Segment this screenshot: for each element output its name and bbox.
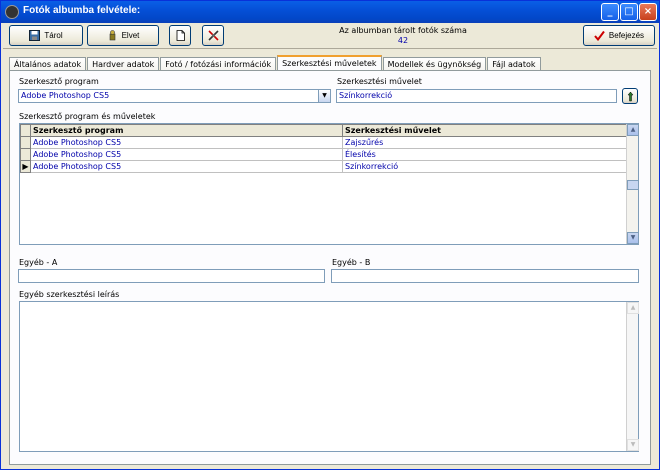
scroll-down-icon[interactable]: ▼ (627, 439, 639, 451)
main-window: Fotók albumba felvétele: _ □ × Tárol Elv… (0, 0, 660, 470)
app-icon (5, 5, 19, 19)
save-icon (29, 30, 41, 41)
operation-label: Szerkesztési művelet (337, 77, 422, 86)
save-label: Tárol (44, 31, 63, 40)
grid-cell-program[interactable]: Adobe Photoshop CS5 (30, 136, 343, 149)
tools-icon (207, 30, 219, 41)
grid-cell-operation[interactable]: Zajszűrés (342, 136, 627, 149)
current-row-arrow-icon[interactable]: ▶ (20, 160, 31, 173)
tab-photo-info[interactable]: Fotó / fotózási információk (160, 57, 277, 71)
window-title: Fotók albumba felvétele: (23, 5, 141, 16)
tab-file-data[interactable]: Fájl adatok (487, 57, 541, 71)
program-value: Adobe Photoshop CS5 (21, 91, 110, 100)
title-bar[interactable]: Fotók albumba felvétele: _ □ × (1, 1, 659, 23)
program-label: Szerkesztő program (19, 77, 99, 86)
row-indicator[interactable] (20, 148, 31, 161)
table-row[interactable]: Adobe Photoshop CS5 Élesítés (20, 148, 627, 161)
grid-cell-program[interactable]: Adobe Photoshop CS5 (30, 148, 343, 161)
scroll-up-icon[interactable]: ▲ (627, 124, 639, 136)
operation-value: Színkorrekció (339, 91, 393, 100)
scroll-thumb[interactable] (627, 180, 639, 190)
table-row[interactable]: ▶ Adobe Photoshop CS5 Színkorrekció (20, 160, 627, 173)
discard-label: Elvet (121, 31, 140, 40)
undo-icon (109, 30, 115, 41)
tab-models-agency[interactable]: Modellek és ügynökség (382, 57, 487, 71)
photo-count-caption: Az albumban tárolt fotók száma (339, 26, 467, 35)
finish-label: Befejezés (608, 31, 645, 40)
description-textarea[interactable]: ▲ ▼ (19, 301, 639, 452)
add-pen-icon (626, 91, 634, 101)
scroll-down-icon[interactable]: ▼ (627, 232, 639, 244)
minimize-button[interactable]: _ (601, 3, 619, 21)
other-a-field[interactable] (18, 269, 325, 283)
save-button[interactable]: Tárol (9, 25, 83, 46)
program-combobox[interactable]: Adobe Photoshop CS5 ▼ (18, 89, 331, 103)
description-label: Egyéb szerkesztési leírás (19, 290, 120, 299)
grid-cell-operation[interactable]: Élesítés (342, 148, 627, 161)
description-scrollbar[interactable]: ▲ ▼ (626, 302, 639, 451)
grid-header-row: Szerkesztő program Szerkesztési művelet (20, 124, 627, 137)
other-a-label: Egyéb - A (19, 258, 58, 267)
operation-field[interactable]: Színkorrekció (336, 89, 617, 103)
grid-indicator-header (20, 124, 31, 137)
new-document-icon (176, 30, 185, 41)
close-button[interactable]: × (639, 3, 657, 21)
discard-button[interactable]: Elvet (87, 25, 159, 46)
chevron-down-icon[interactable]: ▼ (318, 90, 330, 102)
checkmark-icon (594, 30, 605, 41)
tab-editing[interactable]: Szerkesztési műveletek (277, 55, 382, 71)
tab-bar: Általános adatok Hardver adatok Fotó / f… (9, 55, 542, 71)
tools-button[interactable] (202, 25, 224, 46)
photo-count-value: 42 (397, 36, 409, 45)
other-b-label: Egyéb - B (332, 258, 371, 267)
grid-header-program[interactable]: Szerkesztő program (30, 124, 343, 137)
grid-cell-program[interactable]: Adobe Photoshop CS5 (30, 160, 343, 173)
tab-hardware[interactable]: Hardver adatok (87, 57, 160, 71)
finish-button[interactable]: Befejezés (583, 25, 655, 46)
other-b-field[interactable] (331, 269, 639, 283)
scroll-up-icon[interactable]: ▲ (627, 302, 639, 314)
editing-grid[interactable]: Szerkesztő program Szerkesztési művelet … (19, 123, 639, 245)
maximize-button[interactable]: □ (620, 3, 638, 21)
grid-cell-operation[interactable]: Színkorrekció (342, 160, 627, 173)
grid-header-operation[interactable]: Szerkesztési művelet (342, 124, 627, 137)
tab-general[interactable]: Általános adatok (9, 57, 87, 71)
row-indicator[interactable] (20, 136, 31, 149)
table-row[interactable]: Adobe Photoshop CS5 Zajszűrés (20, 136, 627, 149)
toolbar: Tárol Elvet Az albumban tárolt fotók szá… (3, 23, 657, 49)
grid-label: Szerkesztő program és műveletek (19, 112, 156, 121)
grid-scrollbar[interactable]: ▲ ▼ (626, 124, 639, 244)
add-operation-button[interactable] (622, 88, 638, 104)
new-document-button[interactable] (169, 25, 191, 46)
